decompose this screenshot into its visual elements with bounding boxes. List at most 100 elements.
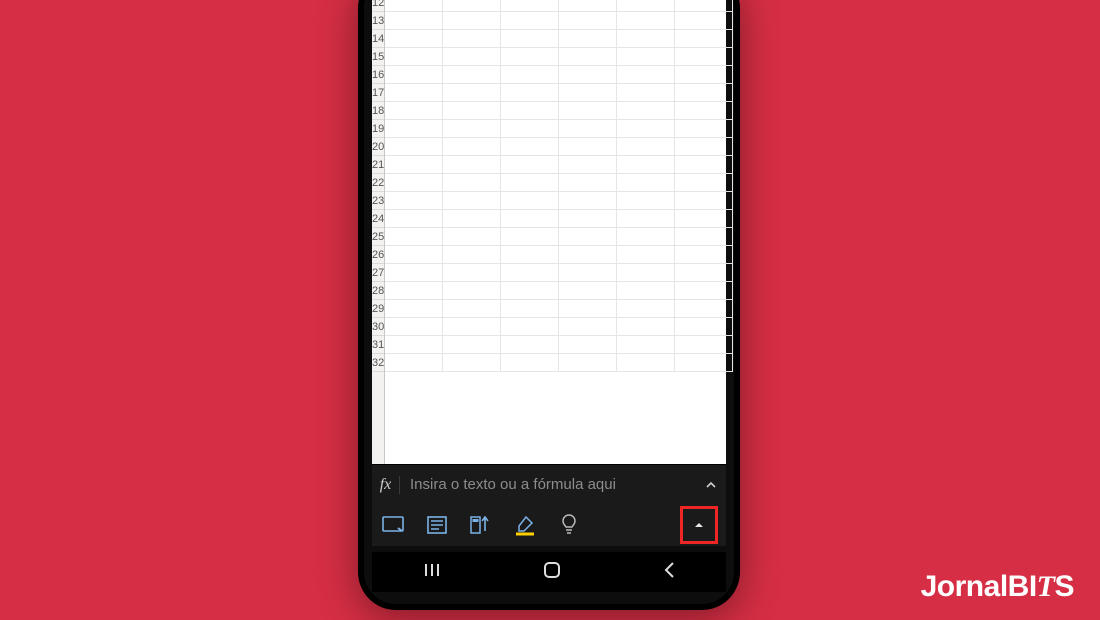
row-header[interactable]: 27 [372, 264, 384, 282]
cell[interactable] [385, 228, 443, 245]
home-button[interactable] [519, 553, 585, 592]
row-header[interactable]: 13 [372, 12, 384, 30]
row-header[interactable]: 15 [372, 48, 384, 66]
cell[interactable] [385, 300, 443, 317]
cell[interactable] [617, 66, 675, 83]
cell[interactable] [559, 66, 617, 83]
cell[interactable] [385, 282, 443, 299]
cell[interactable] [501, 192, 559, 209]
cell[interactable] [617, 210, 675, 227]
cell[interactable] [617, 318, 675, 335]
reading-icon[interactable] [424, 512, 450, 538]
row-header[interactable]: 25 [372, 228, 384, 246]
cell[interactable] [559, 120, 617, 137]
row-header[interactable]: 12 [372, 0, 384, 12]
cell[interactable] [385, 0, 443, 11]
cell[interactable] [443, 318, 501, 335]
cell[interactable] [443, 138, 501, 155]
cell[interactable] [385, 66, 443, 83]
cell[interactable] [617, 336, 675, 353]
cell[interactable] [501, 300, 559, 317]
cell[interactable] [501, 318, 559, 335]
expand-toolbar-button[interactable] [685, 511, 713, 539]
cell[interactable] [443, 300, 501, 317]
cell[interactable] [559, 210, 617, 227]
cell[interactable] [617, 192, 675, 209]
cell[interactable] [675, 174, 733, 191]
cell[interactable] [675, 318, 733, 335]
row-header[interactable]: 31 [372, 336, 384, 354]
cell[interactable] [501, 48, 559, 65]
cell[interactable] [443, 192, 501, 209]
cell[interactable] [559, 246, 617, 263]
cell[interactable] [443, 210, 501, 227]
cell[interactable] [385, 102, 443, 119]
cell[interactable] [501, 246, 559, 263]
cell[interactable] [501, 12, 559, 29]
cell[interactable] [385, 120, 443, 137]
cell[interactable] [617, 156, 675, 173]
cell[interactable] [675, 138, 733, 155]
row-header[interactable]: 14 [372, 30, 384, 48]
cell[interactable] [501, 336, 559, 353]
cell[interactable] [501, 282, 559, 299]
cell[interactable] [559, 138, 617, 155]
cell[interactable] [443, 12, 501, 29]
cell[interactable] [559, 174, 617, 191]
cell[interactable] [559, 102, 617, 119]
cell[interactable] [675, 156, 733, 173]
cell[interactable] [559, 156, 617, 173]
cell[interactable] [443, 102, 501, 119]
cell[interactable] [617, 84, 675, 101]
cell[interactable] [675, 228, 733, 245]
cell-grid[interactable] [385, 0, 733, 464]
cell[interactable] [501, 84, 559, 101]
cell[interactable] [443, 282, 501, 299]
cell[interactable] [675, 210, 733, 227]
cell[interactable] [617, 264, 675, 281]
cell[interactable] [617, 282, 675, 299]
row-header[interactable]: 18 [372, 102, 384, 120]
cell[interactable] [559, 228, 617, 245]
cell[interactable] [559, 84, 617, 101]
cell[interactable] [385, 354, 443, 371]
cell[interactable] [501, 228, 559, 245]
cell[interactable] [617, 354, 675, 371]
cell[interactable] [559, 192, 617, 209]
row-header[interactable]: 19 [372, 120, 384, 138]
cell[interactable] [501, 264, 559, 281]
cell[interactable] [675, 66, 733, 83]
display-icon[interactable] [380, 512, 406, 538]
back-button[interactable] [638, 553, 700, 592]
cell[interactable] [617, 138, 675, 155]
row-header[interactable]: 32 [372, 354, 384, 372]
cell[interactable] [559, 264, 617, 281]
cell[interactable] [385, 48, 443, 65]
row-header[interactable]: 28 [372, 282, 384, 300]
cell[interactable] [617, 246, 675, 263]
cell[interactable] [675, 84, 733, 101]
cell[interactable] [385, 138, 443, 155]
highlight-icon[interactable] [512, 512, 538, 538]
cell[interactable] [443, 0, 501, 11]
row-header[interactable]: 17 [372, 84, 384, 102]
cell[interactable] [675, 120, 733, 137]
row-header[interactable]: 26 [372, 246, 384, 264]
column-sort-icon[interactable] [468, 512, 494, 538]
row-header[interactable]: 20 [372, 138, 384, 156]
spreadsheet-area[interactable]: 1112131415161718192021222324252627282930… [372, 0, 726, 464]
cell[interactable] [443, 336, 501, 353]
cell[interactable] [559, 0, 617, 11]
cell[interactable] [675, 48, 733, 65]
cell[interactable] [501, 174, 559, 191]
cell[interactable] [675, 102, 733, 119]
cell[interactable] [501, 30, 559, 47]
cell[interactable] [385, 174, 443, 191]
cell[interactable] [385, 210, 443, 227]
cell[interactable] [385, 156, 443, 173]
cell[interactable] [443, 156, 501, 173]
cell[interactable] [385, 84, 443, 101]
cell[interactable] [617, 0, 675, 11]
cell[interactable] [675, 30, 733, 47]
row-header[interactable]: 21 [372, 156, 384, 174]
